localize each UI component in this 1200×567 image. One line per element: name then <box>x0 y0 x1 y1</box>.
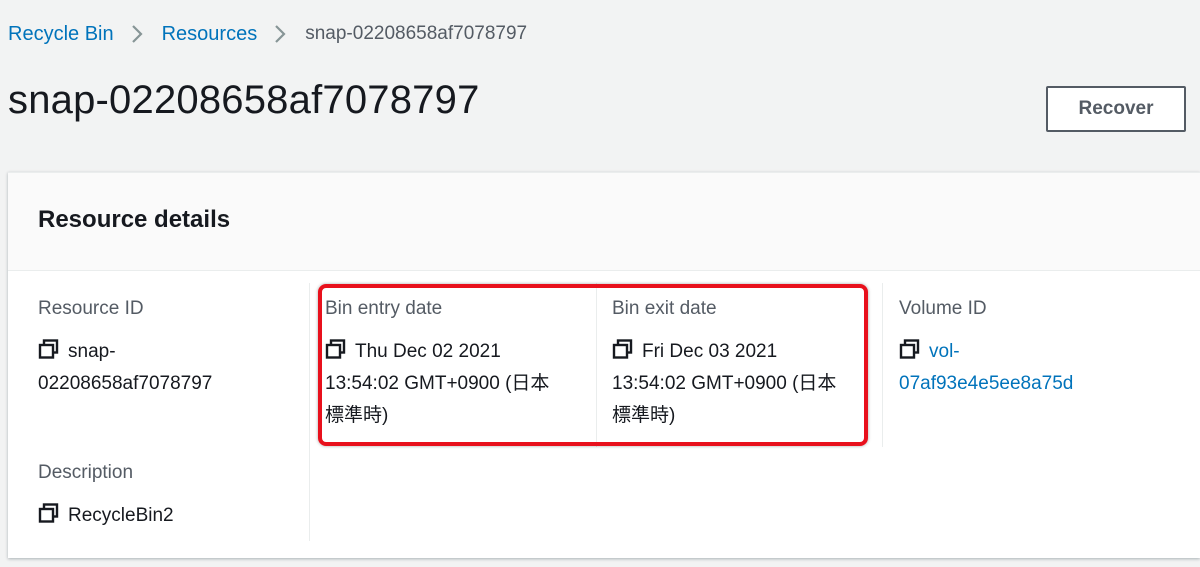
description-value: RecycleBin2 <box>38 500 298 532</box>
resource-id-field: Resource ID snap- 02208658af7078797 <box>38 296 298 400</box>
copy-icon[interactable] <box>325 338 347 359</box>
bin-entry-date-label: Bin entry date <box>325 298 443 319</box>
breadcrumb-recycle-bin[interactable]: Recycle Bin <box>8 23 114 46</box>
column-divider <box>309 283 310 541</box>
volume-id-label: Volume ID <box>899 298 987 319</box>
column-divider <box>596 283 597 447</box>
description-field: Description RecycleBin2 <box>38 460 298 532</box>
bin-exit-date-value: Fri Dec 03 2021 13:54:02 GMT+0900 (日本 標準… <box>612 336 877 432</box>
bin-exit-date-field: Bin exit date Fri Dec 03 2021 13:54:02 G… <box>612 296 877 432</box>
resource-details-panel: Resource details Resource ID snap- 02208… <box>8 172 1200 558</box>
breadcrumb-resources[interactable]: Resources <box>162 23 258 46</box>
breadcrumb-current: snap-02208658af7078797 <box>305 23 528 44</box>
volume-id-field: Volume ID vol- 07af93e4e5ee8a75d <box>899 296 1179 400</box>
chevron-right-icon <box>257 20 305 48</box>
panel-title: Resource details <box>38 206 231 233</box>
resource-id-value: snap- 02208658af7078797 <box>38 336 298 400</box>
bin-entry-date-field: Bin entry date Thu Dec 02 2021 13:54:02 … <box>325 296 590 432</box>
bin-entry-date-value: Thu Dec 02 2021 13:54:02 GMT+0900 (日本 標準… <box>325 336 590 432</box>
column-divider <box>882 283 883 447</box>
copy-icon[interactable] <box>38 502 60 523</box>
chevron-right-icon <box>114 20 162 48</box>
copy-icon[interactable] <box>612 338 634 359</box>
copy-icon[interactable] <box>899 338 921 359</box>
volume-id-link-cont[interactable]: 07af93e4e5ee8a75d <box>899 373 1073 394</box>
breadcrumb: Recycle Bin Resources snap-02208658af707… <box>8 20 527 48</box>
panel-header: Resource details <box>8 173 1200 271</box>
recover-button[interactable]: Recover <box>1046 86 1186 132</box>
page-title: snap-02208658af7078797 <box>8 78 480 122</box>
resource-id-label: Resource ID <box>38 298 144 319</box>
description-label: Description <box>38 462 134 483</box>
copy-icon[interactable] <box>38 338 60 359</box>
volume-id-link[interactable]: vol- <box>929 341 960 362</box>
volume-id-value: vol- 07af93e4e5ee8a75d <box>899 336 1179 400</box>
bin-exit-date-label: Bin exit date <box>612 298 717 319</box>
